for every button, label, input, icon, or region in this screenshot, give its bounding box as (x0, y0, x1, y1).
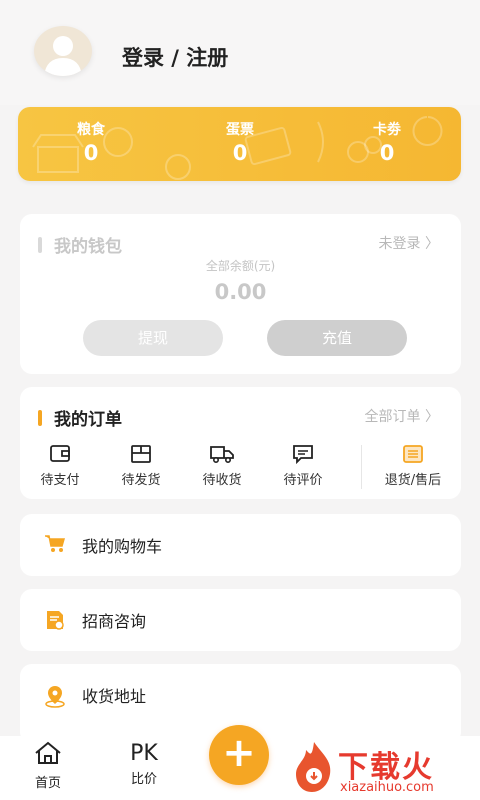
home-icon (35, 741, 61, 764)
order-pending-shipment[interactable]: 待发货 (101, 443, 181, 488)
wallet-balance-amount: 0.00 (214, 280, 267, 304)
order-refund-aftersale-label: 退货/售后 (384, 473, 442, 488)
asset-coupon-label: 卡劵 (373, 122, 401, 138)
tab-home[interactable]: 首页 (18, 740, 78, 791)
withdraw-button[interactable]: 提现 (83, 320, 223, 356)
asset-grain-value: 0 (83, 141, 99, 165)
login-register-link[interactable]: 登录 / 注册 (122, 42, 228, 72)
watermark-url: xiazaihuo.com (340, 780, 434, 795)
location-pin-icon (45, 686, 65, 708)
asset-egg-ticket-value: 0 (232, 141, 248, 165)
tab-compare-label: 比价 (130, 772, 157, 787)
wallet-icon (50, 445, 70, 462)
wallet-login-status[interactable]: 未登录 〉 (379, 233, 439, 253)
plus-icon: + (222, 730, 256, 776)
inquiry-doc-icon (47, 611, 64, 630)
cart-icon (45, 535, 65, 552)
orders-card: 我的订单 全部订单 〉 待支付 待发货 待收货 待评价 退货/售后 (20, 387, 461, 499)
asset-coupon[interactable]: 卡劵 0 (342, 119, 432, 165)
asset-egg-ticket-label: 蛋票 (226, 122, 254, 138)
order-pending-payment-label: 待支付 (40, 473, 80, 488)
package-icon (131, 445, 151, 463)
asset-egg-ticket[interactable]: 蛋票 0 (195, 119, 285, 165)
wallet-balance-label: 全部余额(元) (205, 259, 276, 273)
wallet-header: 我的钱包 (38, 232, 122, 257)
profile-header: 登录 / 注册 (0, 0, 480, 105)
add-button[interactable]: + (209, 725, 269, 785)
asset-grain-label: 粮食 (77, 122, 105, 138)
wallet-title: 我的钱包 (54, 237, 122, 257)
menu-business-inquiry[interactable]: 招商咨询 (20, 589, 461, 651)
refund-list-icon (403, 445, 423, 463)
order-pending-payment[interactable]: 待支付 (20, 443, 100, 488)
wallet-card: 我的钱包 未登录 〉 全部余额(元) 0.00 提现 充值 (20, 214, 461, 374)
section-bar (38, 409, 42, 426)
asset-grain[interactable]: 粮食 0 (46, 119, 136, 165)
order-pending-review-label: 待评价 (283, 473, 323, 488)
recharge-button[interactable]: 充值 (267, 320, 407, 356)
truck-icon (210, 446, 234, 464)
section-bar (38, 236, 42, 253)
all-orders-link[interactable]: 全部订单 〉 (365, 406, 439, 426)
tab-home-label: 首页 (34, 776, 61, 791)
menu-shopping-cart[interactable]: 我的购物车 (20, 514, 461, 576)
comment-icon (293, 445, 313, 465)
pk-icon: PK (130, 741, 158, 766)
menu-shopping-cart-label: 我的购物车 (82, 537, 163, 556)
order-pending-shipment-label: 待发货 (121, 473, 161, 488)
flame-logo-icon (296, 742, 331, 792)
asset-coupon-value: 0 (379, 141, 395, 165)
avatar[interactable] (34, 26, 92, 76)
menu-shipping-address-label: 收货地址 (82, 687, 147, 706)
watermark: 下载火 xiazaihuo.com (288, 736, 480, 800)
orders-header: 我的订单 (38, 405, 122, 430)
order-refund-aftersale[interactable]: 退货/售后 (368, 443, 458, 488)
order-pending-review[interactable]: 待评价 (263, 443, 343, 488)
user-avatar-icon (44, 36, 82, 76)
menu-business-inquiry-label: 招商咨询 (82, 612, 147, 631)
orders-title: 我的订单 (54, 410, 122, 430)
tab-compare[interactable]: PK 比价 (114, 740, 174, 787)
assets-banner: 粮食 0 蛋票 0 卡劵 0 (18, 107, 461, 181)
order-pending-receipt[interactable]: 待收货 (182, 443, 262, 488)
divider (361, 445, 362, 489)
order-pending-receipt-label: 待收货 (202, 473, 242, 488)
